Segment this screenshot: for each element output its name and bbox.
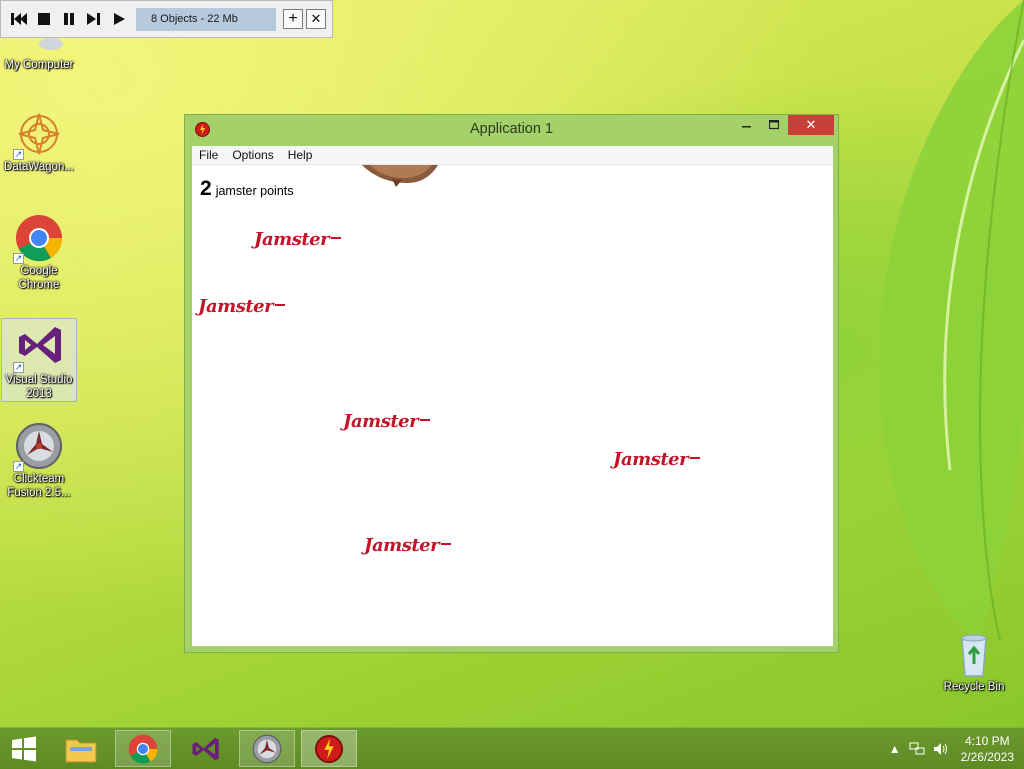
desktop-icon-datawagon[interactable]: ↗ DataWagon... (1, 110, 77, 174)
desktop-icon-google-chrome[interactable]: ↗ Google Chrome (1, 214, 77, 292)
maximize-icon (769, 120, 779, 130)
taskbar-visual-studio[interactable] (177, 730, 233, 767)
menu-options[interactable]: Options (225, 148, 280, 162)
window-titlebar[interactable]: Application 1 ✕ (185, 115, 838, 145)
shortcut-arrow-icon: ↗ (13, 461, 24, 472)
stop-icon (37, 13, 50, 25)
network-icon[interactable] (909, 742, 925, 756)
add-button[interactable]: + (283, 9, 303, 29)
system-tray: ▲ 4:10 PM 2/26/2023 (881, 728, 1014, 769)
clock-time: 4:10 PM (964, 733, 1010, 748)
taskbar-clickteam-fusion[interactable] (239, 730, 295, 767)
desktop-icon-clickteam-fusion[interactable]: ↗ Clickteam Fusion 2.5... (1, 422, 77, 500)
desktop-icon-recycle-bin[interactable]: Recycle Bin (936, 630, 1012, 694)
jamster-target[interactable]: Jamster (343, 411, 430, 432)
menu-bar: File Options Help (192, 146, 833, 165)
desktop-icon-label: DataWagon... (4, 161, 74, 173)
debug-toolbar: 8 Objects - 22 Mb + ✕ (0, 0, 333, 38)
taskbar-application-1[interactable] (301, 730, 357, 767)
stop-button[interactable] (32, 8, 55, 31)
score-value: 2 (200, 177, 212, 200)
chrome-icon: ↗ (13, 214, 63, 264)
show-hidden-icons-icon[interactable]: ▲ (889, 742, 901, 756)
jamster-target[interactable]: Jamster (613, 449, 700, 470)
menu-help[interactable]: Help (281, 148, 320, 162)
visual-studio-icon (192, 737, 219, 760)
start-button[interactable] (0, 730, 48, 767)
desktop-icon-label: Recycle Bin (943, 681, 1005, 693)
folder-icon (65, 739, 97, 762)
restart-icon (10, 13, 27, 25)
volume-icon[interactable] (933, 742, 949, 756)
taskbar: ▲ 4:10 PM 2/26/2023 (0, 727, 1024, 769)
clickteam-fusion-icon: ↗ (13, 422, 63, 472)
desktop-icon-label: Visual Studio 2013 (5, 374, 73, 400)
visual-studio-icon: ↗ (13, 323, 63, 373)
computer-icon (15, 38, 63, 56)
clickteam-fusion-icon (252, 734, 282, 763)
score-display: 2 jamster points (200, 177, 294, 201)
desktop-icon-my-computer[interactable]: My Computer (1, 38, 77, 72)
pause-button[interactable] (57, 8, 80, 31)
minimize-button[interactable] (736, 115, 758, 135)
game-canvas[interactable]: 2 jamster points Jamster Jamster Jamster… (192, 165, 833, 646)
desktop-icon-label: Google Chrome (18, 265, 60, 291)
pause-icon (63, 13, 74, 25)
close-button[interactable]: ✕ (788, 115, 834, 135)
restart-button[interactable] (7, 8, 30, 31)
shortcut-arrow-icon: ↗ (13, 362, 24, 373)
play-icon (113, 13, 125, 25)
maximize-button[interactable] (763, 115, 785, 135)
desktop-icon-visual-studio[interactable]: ↗ Visual Studio 2013 (1, 318, 77, 402)
play-button[interactable] (107, 8, 130, 31)
hamster-sprite (362, 165, 438, 187)
chrome-icon (128, 734, 158, 763)
jamster-target[interactable]: Jamster (254, 229, 341, 250)
jamster-target[interactable]: Jamster (198, 296, 285, 317)
shortcut-arrow-icon: ↗ (13, 149, 24, 160)
close-toolbar-button[interactable]: ✕ (306, 9, 326, 29)
datawagon-icon: ↗ (13, 110, 63, 160)
shortcut-arrow-icon: ↗ (13, 253, 24, 264)
windows-logo-icon (12, 736, 36, 761)
recycle-bin-icon (950, 630, 998, 678)
object-count-status: 8 Objects - 22 Mb (136, 7, 276, 31)
wallpaper-leaf (879, 0, 1024, 640)
taskbar-chrome[interactable] (115, 730, 171, 767)
desktop-icon-label: My Computer (4, 59, 74, 71)
step-button[interactable] (82, 8, 105, 31)
clock[interactable]: 4:10 PM 2/26/2023 (961, 733, 1014, 765)
score-label: jamster points (215, 184, 294, 198)
menu-file[interactable]: File (192, 148, 225, 162)
application-window: Application 1 ✕ File Options Help 2 jams… (184, 114, 839, 653)
app-icon (315, 734, 343, 763)
step-icon (86, 13, 100, 25)
minimize-icon (742, 126, 751, 128)
clock-date: 2/26/2023 (960, 749, 1014, 764)
jamster-target[interactable]: Jamster (364, 535, 451, 556)
desktop-icon-label: Clickteam Fusion 2.5... (7, 473, 71, 499)
taskbar-file-explorer[interactable] (53, 730, 109, 767)
